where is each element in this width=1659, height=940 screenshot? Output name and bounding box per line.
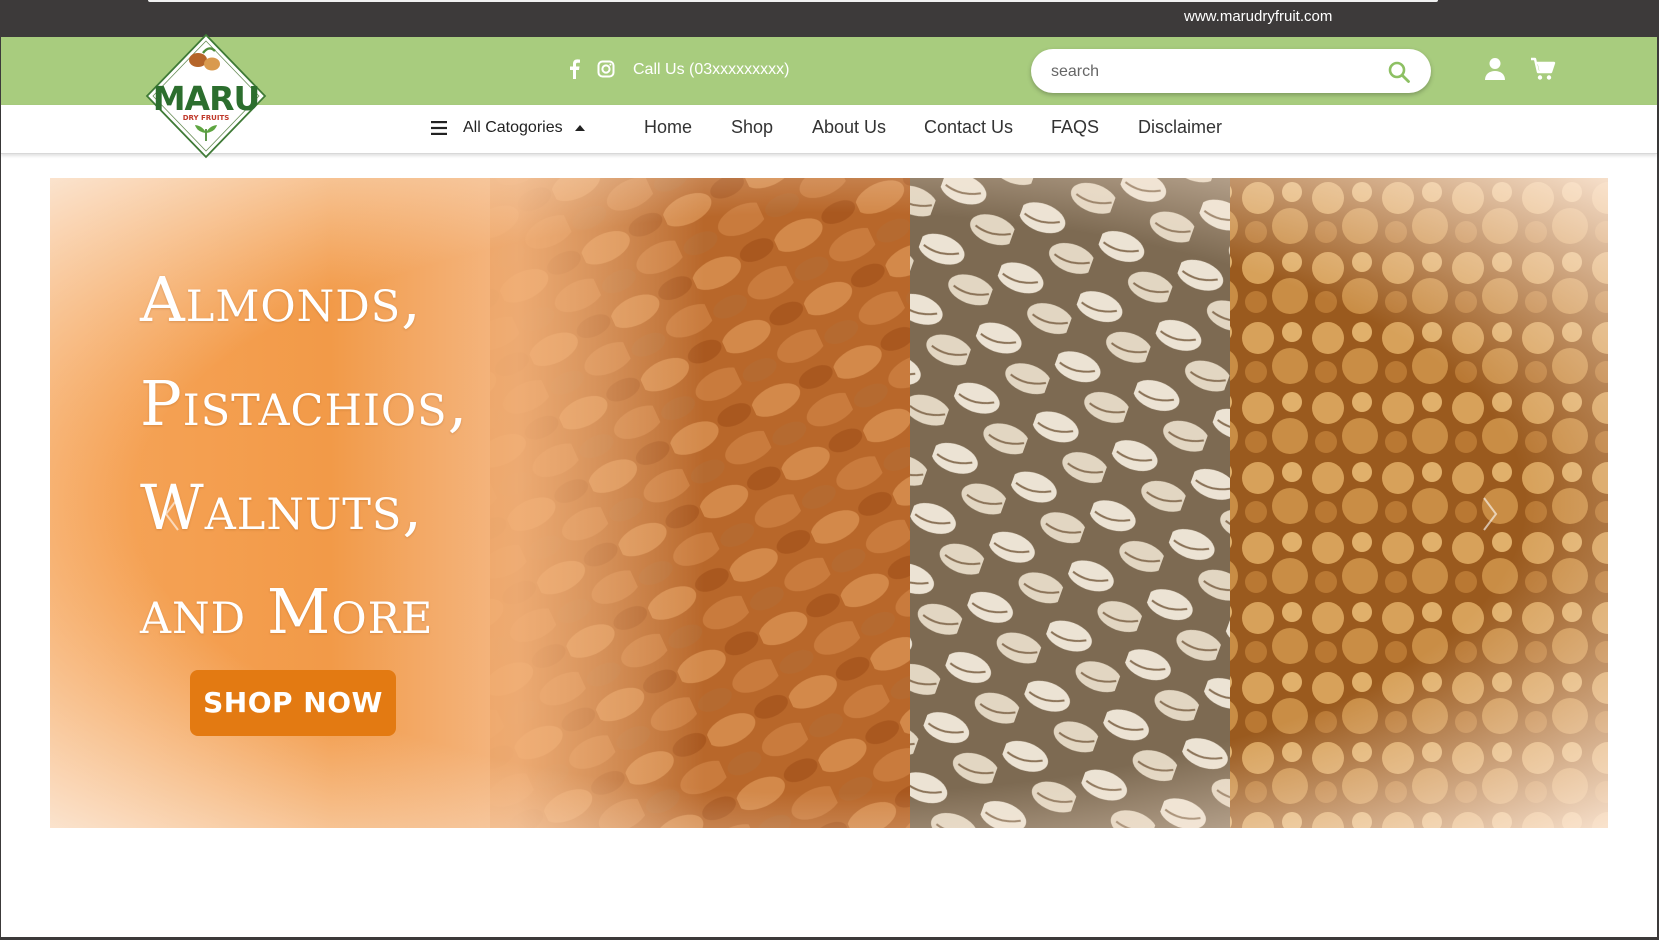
instagram-icon[interactable]	[597, 59, 615, 79]
cart-icon[interactable]	[1530, 57, 1556, 81]
headline-line: and More	[140, 575, 434, 648]
page: Call Us (03xxxxxxxxx) search MARU DRY FR…	[1, 33, 1657, 937]
social-links	[567, 59, 615, 79]
window-strip	[148, 0, 1438, 2]
headline-line: Pistachios,	[140, 367, 469, 440]
browser-top-bar: www.marudryfruit.com	[0, 0, 1659, 37]
nav-disclaimer[interactable]: Disclaimer	[1138, 117, 1222, 138]
nav-contact-us[interactable]: Contact Us	[924, 117, 1013, 138]
headline-line: Walnuts,	[140, 471, 424, 544]
nav-shop[interactable]: Shop	[731, 117, 773, 138]
nav-faqs[interactable]: FAQS	[1051, 117, 1099, 138]
shop-now-button[interactable]: SHOP NOW	[190, 670, 396, 736]
search-box[interactable]	[1031, 49, 1431, 93]
nav-about-us[interactable]: About Us	[812, 117, 886, 138]
carousel-prev-icon[interactable]	[162, 496, 182, 532]
hamburger-icon	[431, 121, 447, 135]
call-us-text[interactable]: Call Us (03xxxxxxxxx)	[633, 61, 789, 79]
carousel-next-icon[interactable]	[1480, 496, 1500, 532]
site-logo[interactable]: MARU DRY FRUITS	[141, 33, 271, 159]
search-icon[interactable]	[1387, 60, 1411, 84]
nav-home[interactable]: Home	[644, 117, 692, 138]
site-url[interactable]: www.marudryfruit.com	[1184, 8, 1332, 25]
hero-banner[interactable]: Almonds, Pistachios, Walnuts, and More S…	[50, 178, 1608, 828]
caret-up-icon	[574, 125, 585, 131]
facebook-icon[interactable]	[567, 59, 585, 79]
logo-brand: MARU	[153, 79, 260, 118]
all-categories-button[interactable]: All Catogories	[431, 119, 585, 137]
banner-headline: Almonds, Pistachios, Walnuts, and More	[140, 248, 520, 664]
user-icon[interactable]	[1484, 57, 1506, 81]
logo-tagline: DRY FRUITS	[183, 114, 230, 122]
headline-line: Almonds,	[140, 263, 422, 336]
search-input[interactable]	[1049, 59, 1373, 85]
all-categories-label: All Catogories	[463, 119, 563, 136]
